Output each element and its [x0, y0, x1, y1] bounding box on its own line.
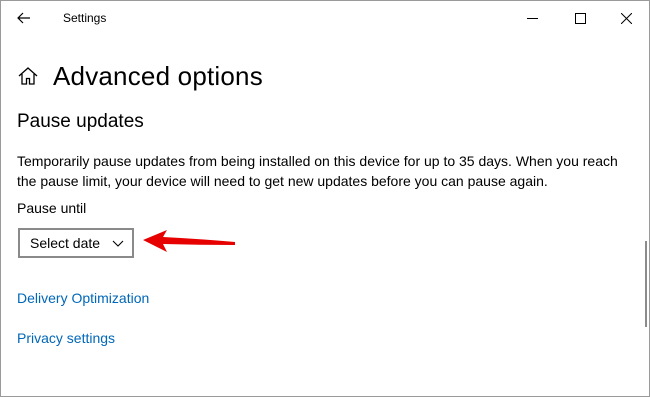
privacy-settings-link[interactable]: Privacy settings [17, 330, 115, 346]
maximize-icon [574, 12, 586, 24]
section-description: Temporarily pause updates from being ins… [17, 153, 618, 189]
app-title: Settings [63, 11, 107, 25]
maximize-button[interactable] [557, 1, 603, 35]
back-button[interactable] [9, 5, 39, 31]
minimize-button[interactable] [509, 1, 555, 35]
annotation-arrow [143, 230, 235, 252]
select-value: Select date [30, 235, 101, 251]
pause-date-select[interactable]: Select date [18, 228, 134, 258]
home-icon[interactable] [17, 65, 39, 87]
close-button[interactable] [603, 1, 649, 35]
settings-window: Settings Advanced options Pause updates [0, 0, 650, 397]
pause-until-label: Pause until [17, 200, 87, 216]
page-title: Advanced options [53, 60, 263, 91]
minimize-icon [526, 13, 538, 24]
back-arrow-icon [17, 12, 31, 24]
section-title: Pause updates [17, 111, 144, 132]
title-bar: Settings [1, 1, 649, 35]
scrollbar[interactable] [645, 241, 647, 327]
delivery-optimization-link[interactable]: Delivery Optimization [17, 290, 149, 306]
page-header: Advanced options [17, 59, 263, 93]
close-icon [620, 12, 632, 24]
chevron-down-icon [112, 238, 124, 248]
